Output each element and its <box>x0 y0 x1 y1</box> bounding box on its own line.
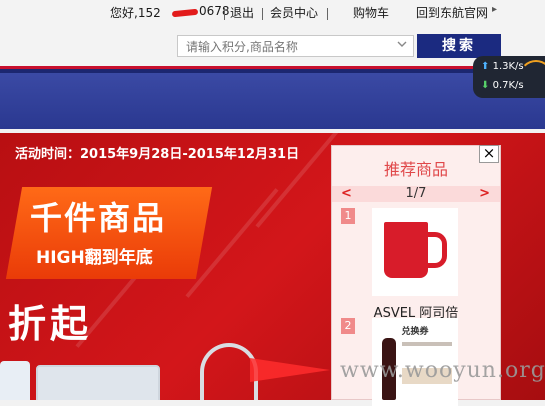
item-rank: 2 <box>341 318 355 334</box>
divider <box>327 8 328 20</box>
recommend-title: 推荐商品 <box>383 160 448 179</box>
mug-body <box>384 222 428 278</box>
network-speed-widget[interactable]: ⬆ 1.3K/s ⬇ 0.7K/s <box>473 56 545 98</box>
top-links: 您好,152 0678 退出 会员中心 购物车 回到东航官网 ▸ <box>0 4 545 22</box>
divider <box>224 8 225 20</box>
voucher-title: 兑换券 <box>401 327 429 337</box>
next-button[interactable]: > <box>479 186 490 201</box>
cart-link[interactable]: 购物车 <box>353 4 389 21</box>
upload-speed: ⬆ 1.3K/s <box>481 61 524 72</box>
page-indicator: 1/7 <box>405 186 427 201</box>
mug-handle <box>426 232 447 268</box>
search-button[interactable]: 搜索 <box>417 34 501 58</box>
badge-subline: HIGH翻到年底 <box>36 248 153 268</box>
watermark: www.wooyun.org <box>340 358 545 383</box>
upload-speed-value: 1.3K/s <box>492 61 524 72</box>
nav-band-edge <box>0 69 545 73</box>
search-input[interactable] <box>184 38 393 56</box>
arrow-right-icon: ▸ <box>492 4 498 15</box>
logout-link[interactable]: 退出 <box>230 4 254 21</box>
arrow-down-icon: ⬇ <box>481 80 490 91</box>
divider <box>262 8 263 20</box>
redacted-mark <box>171 8 199 18</box>
item-rank: 1 <box>341 208 355 224</box>
tv-product-image <box>36 365 160 400</box>
nav-band <box>0 69 545 129</box>
close-button[interactable]: × <box>479 145 499 163</box>
phone-product-image <box>0 361 30 400</box>
recommend-pager: < 1/7 > <box>332 186 500 202</box>
gauge-icon <box>519 60 545 94</box>
greeting-text: 您好,152 <box>110 6 161 20</box>
search-box <box>177 35 414 57</box>
red-mug-image[interactable] <box>372 208 458 296</box>
promo-badge: 千件商品 HIGH翻到年底 <box>14 187 204 279</box>
top-bar: 您好,152 0678 退出 会员中心 购物车 回到东航官网 ▸ 搜索 <box>0 0 545 70</box>
discount-text: 折起 <box>8 302 93 346</box>
download-speed: ⬇ 0.7K/s <box>481 80 524 91</box>
arrow-up-icon: ⬆ <box>481 61 490 72</box>
chevron-down-icon[interactable] <box>397 39 407 52</box>
badge-headline: 千件商品 <box>30 199 167 237</box>
back-home-link[interactable]: 回到东航官网 <box>416 4 488 21</box>
red-arrow-graphic <box>250 358 330 382</box>
user-greeting: 您好,152 <box>110 4 161 21</box>
voucher-text-line <box>402 342 452 346</box>
member-center-link[interactable]: 会员中心 <box>270 4 318 21</box>
activity-time: 活动时间：2015年9月28日-2015年12月31日 <box>15 147 300 162</box>
